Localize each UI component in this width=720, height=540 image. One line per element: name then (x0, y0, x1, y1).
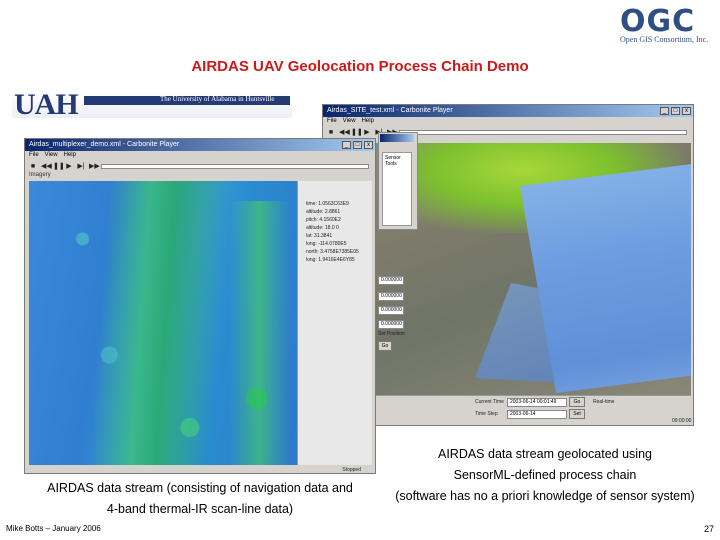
rewind-icon[interactable]: ◀◀ (339, 128, 350, 136)
realtime-checkbox-label[interactable]: Real-time (593, 399, 614, 405)
ogc-logo-letters: OGC (620, 4, 696, 39)
position-field-1[interactable]: 0.000000 (378, 276, 404, 285)
stop-icon[interactable]: ■ (327, 129, 335, 136)
page-number: 27 (703, 524, 714, 534)
metadata-line: long: -114.0780E5 (306, 241, 347, 247)
window-buttons: _ □ x (342, 141, 373, 149)
pause-icon[interactable]: ❚❚ (351, 128, 363, 136)
sensor-tools-list[interactable]: Sensor Tools (382, 152, 412, 226)
metadata-line: north: 3.4758E7385E05 (306, 249, 359, 255)
minimize-button[interactable]: _ (660, 107, 669, 115)
playback-toolbar: ■ ◀◀ ❚❚ ▶ ▶| ▶▶ (25, 160, 375, 172)
step-icon[interactable]: ▶| (77, 162, 85, 170)
close-button[interactable]: x (682, 107, 691, 115)
menu-file[interactable]: File (327, 117, 337, 126)
uah-tagline: The University of Alabama in Huntsville (160, 95, 275, 103)
menu-bar: File View Help (25, 151, 375, 160)
metadata-line: altitude: 2.8861 (306, 209, 341, 215)
uah-logo-letters: UAH (14, 88, 79, 121)
play-icon[interactable]: ▶ (363, 128, 371, 136)
metadata-line: pitch: 4.1560E2 (306, 217, 341, 223)
pause-icon[interactable]: ❚❚ (53, 162, 65, 170)
caption-left: AIRDAS data stream (consisting of naviga… (40, 478, 360, 520)
time-step-field[interactable]: 2003-06-14 (507, 410, 567, 419)
stop-icon[interactable]: ■ (29, 163, 37, 170)
current-time-field[interactable]: 2003-06-14 00:01:49 (507, 398, 567, 407)
window-titlebar[interactable]: Airdas_SITE_test.xml - Carbonite Player (323, 105, 693, 117)
position-field-3[interactable]: 0.000000 (378, 306, 404, 315)
metadata-line: lat: 31.3841 (306, 233, 333, 239)
time-step-label: Time Step (475, 411, 498, 417)
metadata-panel: time: 1.0563C63E9 altitude: 2.8861 pitch… (297, 181, 372, 471)
sensor-tools-title: Sensor Tools (385, 155, 401, 167)
menu-help[interactable]: Help (64, 151, 76, 160)
menu-view[interactable]: View (45, 151, 58, 160)
geolocated-terrain-view[interactable] (375, 143, 691, 401)
slide-title: AIRDAS UAV Geolocation Process Chain Dem… (191, 58, 529, 75)
ogc-logo-subtitle: Open GIS Consortium, Inc. (620, 35, 709, 44)
menu-file[interactable]: File (29, 151, 39, 160)
caption-left-bold: AIRDAS data stream (47, 481, 164, 495)
back-status-time: 09:00:00 (672, 418, 692, 424)
minimize-button[interactable]: _ (342, 141, 351, 149)
carbonite-player-window-front[interactable]: Airdas_multiplexer_demo.xml - Carbonite … (24, 138, 376, 474)
slide-footer: Mike Botts – January 2006 (6, 524, 101, 533)
close-button[interactable]: x (364, 141, 373, 149)
seek-slider[interactable] (101, 163, 369, 169)
time-controls-panel: Current Time 2003-06-14 00:01:49 Go Real… (375, 395, 691, 422)
set-button[interactable]: Set (569, 409, 585, 419)
fast-forward-icon[interactable]: ▶▶ (89, 162, 100, 170)
window-titlebar[interactable]: Airdas_multiplexer_demo.xml - Carbonite … (25, 139, 375, 151)
caption-right: AIRDAS data stream geolocated using Sens… (380, 444, 710, 507)
sensor-tools-titlebar (380, 134, 414, 142)
seek-slider[interactable] (399, 129, 687, 135)
position-go-button[interactable]: Go (378, 341, 392, 351)
status-text: Stopped (342, 467, 361, 473)
maximize-button[interactable]: □ (353, 141, 362, 149)
metadata-line: time: 1.0563C63E9 (306, 201, 349, 207)
current-time-label: Current Time (475, 399, 504, 405)
thermal-ir-scanline-view[interactable] (29, 181, 297, 471)
caption-right-rest: (software has no a priori knowledge of s… (395, 489, 695, 503)
caption-right-line2: SensorML-defined process chain (453, 468, 637, 482)
metadata-line: long: 1.9416E4E6Y85 (306, 257, 355, 263)
maximize-button[interactable]: □ (671, 107, 680, 115)
caption-right-line1: AIRDAS data stream geolocated using (437, 447, 652, 461)
rewind-icon[interactable]: ◀◀ (41, 162, 52, 170)
menu-view[interactable]: View (343, 117, 356, 126)
play-icon[interactable]: ▶ (65, 162, 73, 170)
imagery-panel-label: Imagery (29, 172, 51, 178)
position-field-4[interactable]: 0.000000 (378, 320, 404, 329)
menu-bar: File View Help (323, 117, 693, 126)
set-position-label: Set Position (378, 331, 405, 337)
terrain-texture (29, 181, 297, 471)
menu-help[interactable]: Help (362, 117, 374, 126)
position-field-2[interactable]: 0.000000 (378, 292, 404, 301)
window-buttons: _ □ x (660, 107, 691, 115)
go-button[interactable]: Go (569, 397, 585, 407)
status-bar: Stopped (25, 465, 375, 473)
metadata-line: altitude: 18.0 0 (306, 225, 339, 231)
